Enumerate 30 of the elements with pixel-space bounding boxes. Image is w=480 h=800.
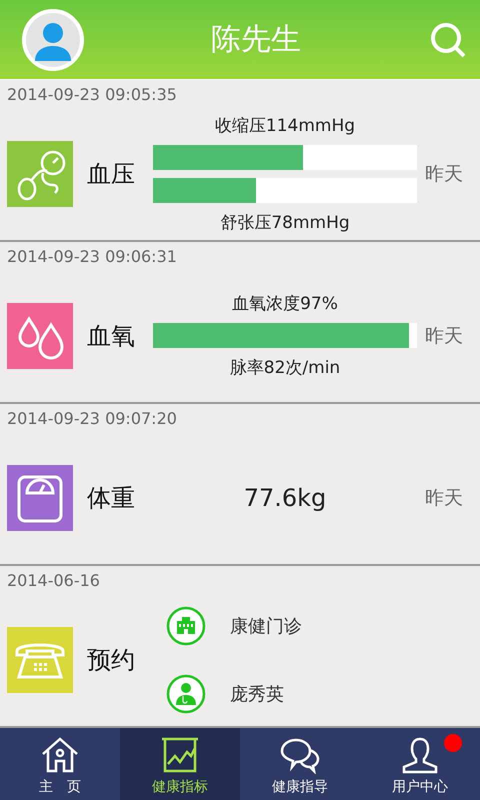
house-icon bbox=[40, 736, 80, 774]
day-text: 昨天 bbox=[425, 162, 463, 186]
avatar-icon[interactable] bbox=[22, 8, 84, 70]
chat-bubbles-icon bbox=[279, 736, 321, 774]
reading-text: 舒张压78mmHg bbox=[220, 212, 350, 234]
doctor-icon bbox=[166, 674, 206, 714]
contact-name: 庞秀英 bbox=[230, 682, 284, 706]
user-name-title: 陈先生 bbox=[210, 21, 302, 59]
nav-tab[interactable]: 主 页 bbox=[0, 728, 120, 800]
record-label: 体重 bbox=[87, 482, 136, 514]
reading-text: 收缩压114mmHg bbox=[214, 114, 356, 136]
reading-text: 血氧浓度97% bbox=[232, 293, 338, 315]
timestamp: 2014-09-23 09:07:20 bbox=[6, 408, 178, 430]
timestamp: 2014-06-16 bbox=[6, 570, 101, 592]
timestamp: 2014-09-23 09:05:35 bbox=[6, 84, 178, 106]
weight-value: 77.6kg bbox=[244, 484, 326, 512]
nav-tab[interactable]: 健康指导 bbox=[240, 728, 360, 800]
record-label: 预约 bbox=[87, 644, 136, 676]
record-label: 血压 bbox=[87, 158, 136, 190]
hospital-icon bbox=[166, 606, 206, 646]
timestamp: 2014-09-23 09:06:31 bbox=[6, 246, 178, 268]
chart-icon bbox=[160, 736, 200, 774]
day-text: 昨天 bbox=[425, 324, 463, 348]
person-icon bbox=[400, 736, 440, 774]
day-text: 昨天 bbox=[425, 486, 463, 510]
nav-tab[interactable]: 健康指标 bbox=[120, 728, 240, 800]
contact-name: 康健门诊 bbox=[230, 614, 302, 638]
record-label: 血氧 bbox=[87, 320, 136, 352]
reading-text: 脉率82次/min bbox=[230, 357, 340, 379]
nav-tab[interactable]: 用户中心 bbox=[360, 728, 480, 800]
